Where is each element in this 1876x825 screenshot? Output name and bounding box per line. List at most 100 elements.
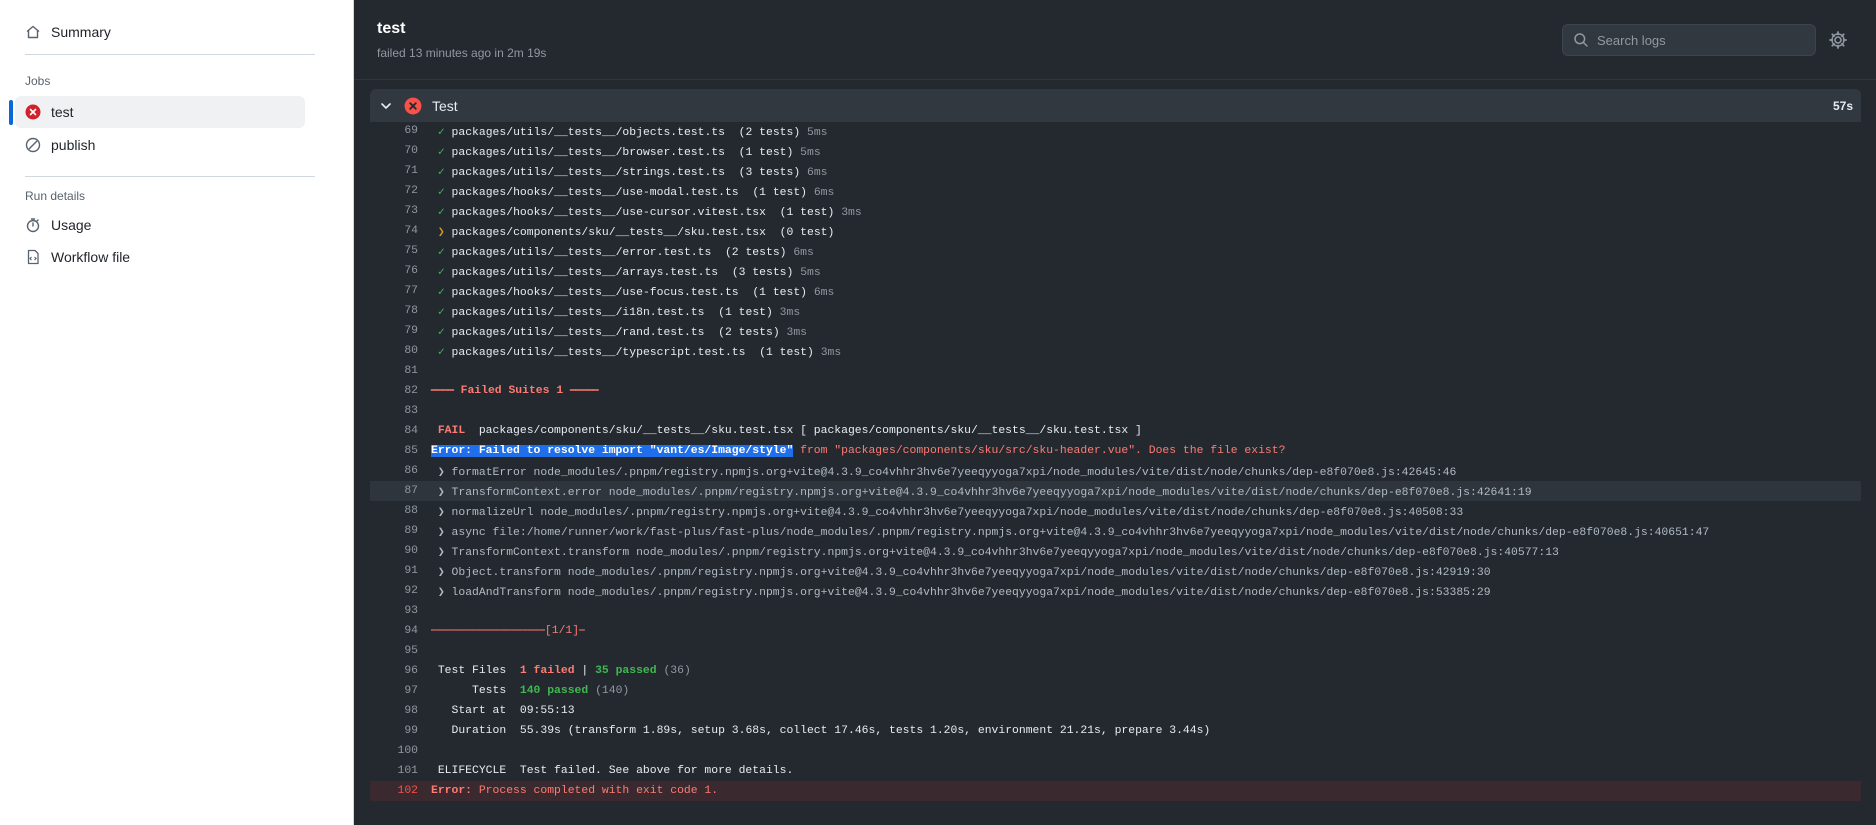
log-line[interactable]: 88 ❯ normalizeUrl node_modules/.pnpm/reg… (370, 501, 1861, 521)
file-code-icon (23, 247, 43, 267)
log-text: ✓ packages/utils/__tests__/arrays.test.t… (431, 264, 821, 279)
job-label-test: test (51, 104, 74, 120)
log-line[interactable]: 100 (370, 741, 1861, 761)
line-number: 90 (404, 545, 418, 557)
stack-frame: ❯ async file:/home/runner/work/fast-plus… (431, 526, 1710, 539)
log-text: ✓ packages/utils/__tests__/objects.test.… (431, 124, 828, 139)
log-line[interactable]: 98 Start at 09:55:13 (370, 701, 1861, 721)
test-time: 6ms (807, 166, 828, 179)
tests-label: Tests (431, 685, 520, 697)
step-header-test[interactable]: Test 57s (370, 89, 1861, 122)
check-mark: ✓ (437, 166, 445, 179)
error-divider: ⎯⎯⎯⎯⎯⎯⎯⎯⎯⎯⎯⎯⎯⎯⎯⎯⎯⎯⎯⎯[1/1]⎯ (431, 625, 585, 637)
search-logs[interactable] (1562, 24, 1816, 56)
log-line[interactable]: 93 (370, 601, 1861, 621)
log-line[interactable]: 73 ✓ packages/hooks/__tests__/use-cursor… (370, 201, 1861, 221)
log-line[interactable]: 101 ELIFECYCLE Test failed. See above fo… (370, 761, 1861, 781)
line-number: 78 (404, 305, 418, 317)
log-line[interactable]: 90 ❯ TransformContext.transform node_mod… (370, 541, 1861, 561)
gear-icon[interactable] (1828, 30, 1848, 50)
run-details-heading: Run details (25, 189, 86, 203)
line-number: 81 (404, 365, 418, 377)
log-line[interactable]: 78 ✓ packages/utils/__tests__/i18n.test.… (370, 301, 1861, 321)
log-line[interactable]: 86 ❯ formatError node_modules/.pnpm/regi… (370, 461, 1861, 481)
check-mark: ✓ (437, 346, 445, 359)
test-count: (1 test) (752, 286, 807, 299)
log-line[interactable]: 82 ⎯⎯⎯⎯ Failed Suites 1 ⎯⎯⎯⎯⎯ (370, 381, 1861, 401)
log-line[interactable]: 77 ✓ packages/hooks/__tests__/use-focus.… (370, 281, 1861, 301)
line-number: 91 (404, 565, 418, 577)
exit-error-text: Process completed with exit code 1. (472, 785, 719, 797)
log-output: 69 ✓ packages/utils/__tests__/objects.te… (370, 121, 1861, 801)
check-mark: ✓ (437, 246, 445, 259)
log-line[interactable]: 97 Tests 140 passed (140) (370, 681, 1861, 701)
check-mark: ✓ (437, 126, 445, 139)
exit-error-label: Error: (431, 785, 473, 797)
active-job-indicator (9, 100, 13, 125)
line-number: 72 (404, 185, 418, 197)
log-line[interactable]: 99 Duration 55.39s (transform 1.89s, set… (370, 721, 1861, 741)
test-files-total: (36) (656, 665, 691, 677)
line-number: 99 (404, 725, 418, 737)
check-mark: ✓ (437, 206, 445, 219)
log-text: Duration 55.39s (transform 1.89s, setup … (431, 725, 1211, 737)
log-line[interactable]: 96 Test Files 1 failed | 35 passed (36) (370, 661, 1861, 681)
log-line[interactable]: 84 FAIL packages/components/sku/__tests_… (370, 421, 1861, 441)
log-line[interactable]: 69 ✓ packages/utils/__tests__/objects.te… (370, 121, 1861, 141)
log-line[interactable]: 94 ⎯⎯⎯⎯⎯⎯⎯⎯⎯⎯⎯⎯⎯⎯⎯⎯⎯⎯⎯⎯[1/1]⎯ (370, 621, 1861, 641)
test-time: 3ms (779, 306, 801, 319)
workflow-file-label: Workflow file (51, 249, 131, 265)
line-number: 94 (404, 625, 418, 637)
log-line[interactable]: 92 ❯ loadAndTransform node_modules/.pnpm… (370, 581, 1861, 601)
log-line[interactable]: 83 (370, 401, 1861, 421)
job-item-publish[interactable]: publish (15, 129, 305, 161)
log-line[interactable]: 85 Error: Failed to resolve import "vant/… (370, 441, 1861, 461)
line-number: 83 (404, 405, 418, 417)
log-line[interactable]: 87 ❯ TransformContext.error node_modules… (370, 481, 1861, 501)
log-line[interactable]: 74 ❯ packages/components/sku/__tests__/s… (370, 221, 1861, 241)
usage-label: Usage (51, 217, 92, 233)
log-line-error[interactable]: 102 Error: Process completed with exit co… (370, 781, 1861, 801)
test-files-label: Test Files (431, 665, 520, 677)
stack-frame: ❯ formatError node_modules/.pnpm/registr… (431, 466, 1457, 479)
log-line[interactable]: 72 ✓ packages/hooks/__tests__/use-modal.… (370, 181, 1861, 201)
job-subtitle: failed 13 minutes ago in 2m 19s (377, 46, 547, 60)
log-line[interactable]: 79 ✓ packages/utils/__tests__/rand.test.… (370, 321, 1861, 341)
test-time: 5ms (800, 146, 821, 159)
log-line[interactable]: 70 ✓ packages/utils/__tests__/browser.te… (370, 141, 1861, 161)
test-files-failed: 1 failed (519, 665, 575, 677)
test-count: (2 tests) (718, 326, 780, 339)
test-path: packages/hooks/__tests__/use-modal.test.… (451, 186, 739, 199)
log-line[interactable]: 95 (370, 641, 1861, 661)
log-line[interactable]: 71 ✓ packages/utils/__tests__/strings.te… (370, 161, 1861, 181)
stack-frame: ❯ TransformContext.transform node_module… (431, 546, 1559, 559)
sidebar: Summary Jobs test publish Run details Us… (0, 0, 354, 825)
sidebar-divider (25, 176, 315, 177)
log-line[interactable]: 75 ✓ packages/utils/__tests__/error.test… (370, 241, 1861, 261)
line-number: 100 (397, 745, 418, 757)
line-number: 76 (404, 265, 418, 277)
summary-link[interactable]: Summary (15, 16, 305, 48)
log-line[interactable]: 76 ✓ packages/utils/__tests__/arrays.tes… (370, 261, 1861, 281)
search-logs-input[interactable] (1597, 32, 1807, 48)
line-number: 92 (404, 585, 418, 597)
test-path: packages/utils/__tests__/arrays.test.ts (451, 266, 719, 279)
log-line[interactable]: 81 (370, 361, 1861, 381)
test-time: 6ms (813, 186, 835, 199)
line-number: 98 (404, 705, 418, 717)
usage-link[interactable]: Usage (15, 209, 305, 241)
tests-passed: 140 passed (519, 685, 589, 697)
log-text: ✓ packages/utils/__tests__/browser.test.… (431, 144, 821, 159)
start-label: Start at (431, 705, 520, 717)
fail-badge: FAIL (431, 425, 473, 437)
workflow-file-link[interactable]: Workflow file (15, 241, 305, 273)
stopwatch-icon (23, 215, 43, 235)
log-text: ✓ packages/utils/__tests__/strings.test.… (431, 164, 828, 179)
job-item-test[interactable]: test (15, 96, 305, 128)
test-time: 6ms (793, 246, 814, 259)
log-line[interactable]: 91 ❯ Object.transform node_modules/.pnpm… (370, 561, 1861, 581)
stack-frame: ❯ Object.transform node_modules/.pnpm/re… (431, 566, 1491, 579)
log-line[interactable]: 89 ❯ async file:/home/runner/work/fast-p… (370, 521, 1861, 541)
log-line[interactable]: 80 ✓ packages/utils/__tests__/typescript… (370, 341, 1861, 361)
test-path: packages/utils/__tests__/i18n.test.ts (451, 306, 705, 319)
